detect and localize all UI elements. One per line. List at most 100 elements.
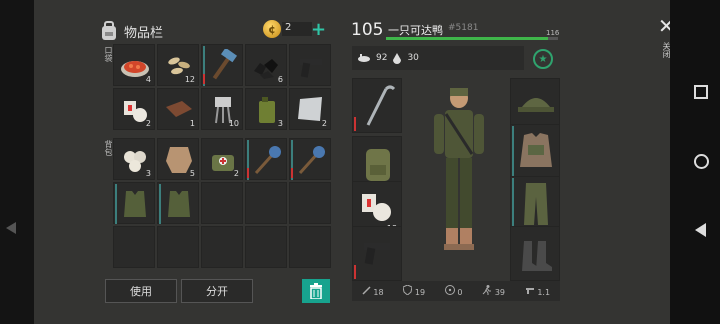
hammer-icon [212, 49, 238, 80]
quality-bar [115, 184, 117, 224]
item-slot-metal-plate[interactable]: 2 [289, 88, 331, 130]
item-slot-spiked-mace[interactable] [245, 138, 287, 180]
crowbar-icon [366, 85, 396, 126]
durability-bar [354, 117, 356, 131]
equip-slot-gun[interactable] [352, 226, 402, 281]
character-model [434, 88, 484, 250]
equip-slot-legs[interactable] [510, 176, 560, 231]
home-button[interactable] [694, 154, 709, 169]
radiation-value: 0 [457, 288, 463, 297]
item-slot-seeds[interactable]: 12 [157, 44, 199, 86]
speed-stat: 39 [482, 285, 505, 297]
collapse-arrow-icon[interactable] [6, 222, 16, 234]
durability-bar [203, 74, 205, 84]
item-slot-gas-can[interactable]: 3 [245, 88, 287, 130]
item-slot-hammer[interactable] [201, 44, 243, 86]
item-slot-bandage[interactable]: 2 [113, 88, 155, 130]
food-value: 92 [376, 53, 388, 63]
item-count: 3 [277, 119, 283, 128]
defense-value: 19 [414, 288, 426, 297]
empty-slot[interactable] [157, 226, 199, 268]
equip-slot-body[interactable] [510, 124, 560, 179]
item-slot-coal[interactable]: 6 [245, 44, 287, 86]
item-slot-leather[interactable]: 1 [157, 88, 199, 130]
water-value: 30 [407, 53, 419, 63]
item-slot-spiked-mace[interactable] [289, 138, 331, 180]
radiation-icon [444, 285, 455, 295]
item-slot-animal-hide[interactable]: 5 [157, 138, 199, 180]
item-slot-camo-vest[interactable] [113, 182, 155, 224]
empty-slot[interactable] [245, 226, 287, 268]
item-slot-camo-vest[interactable] [157, 182, 199, 224]
camo-vest-icon [124, 191, 146, 217]
equip-slot-feet[interactable] [510, 226, 560, 281]
item-count: 6 [277, 75, 283, 84]
pocket-grid: 4 12 6 2 1 10 3 2 [113, 44, 331, 130]
item-slot-pistol[interactable] [289, 44, 331, 86]
player-name: 一只可达鸭 [388, 24, 443, 37]
item-count: 4 [145, 75, 151, 84]
defense-stat: 19 [402, 284, 426, 297]
trash-button[interactable] [302, 279, 330, 303]
water-drop-icon [393, 52, 402, 64]
sword-icon [362, 285, 371, 295]
xp-bar [386, 37, 558, 40]
backpack-icon [102, 21, 116, 40]
fire-rate-stat: 1.1 [525, 285, 550, 297]
durability-bar [354, 265, 356, 279]
body-armor-icon [520, 133, 552, 167]
running-icon [482, 285, 492, 295]
item-count: 1 [189, 119, 195, 128]
star-badge-icon[interactable]: ★ [533, 49, 553, 69]
back-button[interactable] [695, 223, 706, 237]
item-count: 5 [189, 169, 195, 178]
empty-slot[interactable] [289, 182, 331, 224]
combat-stats: 18 19 0 39 1.1 [352, 281, 560, 301]
item-count: 2 [233, 169, 239, 178]
empty-slot[interactable] [245, 182, 287, 224]
left-edge-strip [0, 0, 34, 324]
item-count: 3 [145, 169, 151, 178]
coin-count: 2 [285, 22, 292, 33]
boots-icon [522, 241, 552, 271]
item-slot-dumplings[interactable]: 3 [113, 138, 155, 180]
radiation-stat: 0 [444, 285, 463, 297]
item-count: 2 [145, 119, 151, 128]
use-button[interactable]: 使用 [105, 279, 177, 303]
item-slot-medkit-bag[interactable]: 2 [201, 138, 243, 180]
inventory-title-label: 物品栏 [124, 25, 164, 41]
camo-pants-icon [524, 183, 548, 225]
player-level: 105 [351, 20, 384, 40]
equip-slot-melee[interactable] [352, 78, 402, 133]
add-coins-button[interactable]: + [311, 19, 326, 40]
camo-vest-icon [168, 191, 190, 217]
empty-slot[interactable] [113, 226, 155, 268]
trash-icon [310, 283, 322, 299]
empty-slot[interactable] [201, 226, 243, 268]
durability-bar [247, 168, 249, 178]
vital-stats: 92 30 [352, 46, 524, 70]
fire-rate-value: 1.1 [537, 288, 551, 297]
empty-slot[interactable] [289, 226, 331, 268]
player-id: #5181 [448, 23, 479, 33]
speed-value: 39 [494, 288, 506, 297]
spiked-mace-icon [298, 146, 325, 175]
inventory-title: 物品栏 [100, 20, 163, 42]
item-slot-electronic-parts[interactable]: 10 [201, 88, 243, 130]
xp-max: 116 [546, 29, 560, 37]
recent-apps-button[interactable] [694, 85, 708, 99]
xp-bar-fill [386, 37, 548, 40]
food-icon [358, 54, 370, 62]
item-slot-tomato-stew[interactable]: 4 [113, 44, 155, 86]
gun-icon [525, 288, 534, 294]
item-count: 12 [184, 75, 195, 84]
shield-icon [402, 284, 413, 296]
spiked-mace-icon [254, 146, 281, 175]
durability-bar [291, 168, 293, 178]
backpack-grid: 3 5 2 [113, 138, 331, 268]
item-count: 2 [321, 119, 327, 128]
attack-stat: 18 [362, 285, 384, 297]
attack-value: 18 [373, 287, 384, 297]
split-button[interactable]: 分开 [181, 279, 253, 303]
empty-slot[interactable] [201, 182, 243, 224]
